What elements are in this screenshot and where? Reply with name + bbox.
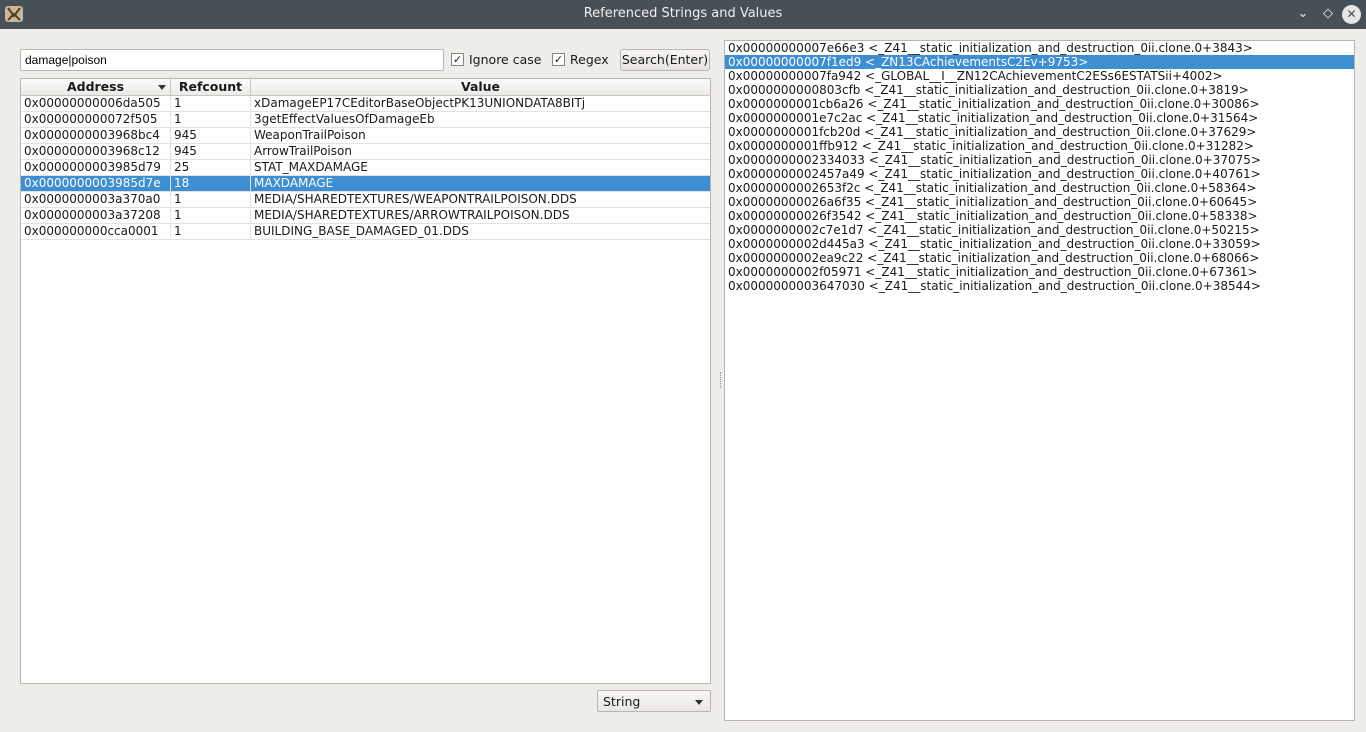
regex-label: Regex (570, 52, 609, 67)
list-item[interactable]: 0x0000000002334033 <_Z41__static_initial… (725, 153, 1354, 167)
table-row[interactable]: 0x0000000003a370a0 1 MEDIA/SHAREDTEXTURES/… (21, 192, 710, 208)
type-select-value: String (603, 694, 641, 709)
list-item[interactable]: 0x00000000007e66e3 <_Z41__static_initial… (725, 41, 1354, 55)
list-item[interactable]: 0x00000000026a6f35 <_Z41__static_initial… (725, 195, 1354, 209)
cell-address: 0x0000000003a37208 (21, 208, 171, 224)
list-item[interactable]: 0x0000000002653f2c <_Z41__static_initial… (725, 181, 1354, 195)
search-input[interactable] (20, 49, 444, 71)
column-header-refcount[interactable]: Refcount (171, 79, 251, 96)
cell-address: 0x0000000003a370a0 (21, 192, 171, 208)
cell-refcount: 1 (171, 96, 251, 112)
ignore-case-checkbox[interactable]: ✓ (451, 53, 464, 66)
list-item[interactable]: 0x00000000007fa942 <_GLOBAL__I__ZN12CAch… (725, 69, 1354, 83)
maximize-button[interactable]: ◇ (1319, 5, 1337, 23)
cell-value: STAT_MAXDAMAGE (254, 160, 368, 174)
title-bar: Referenced Strings and Values ⌄ ◇ ✕ (0, 0, 1366, 29)
list-item[interactable]: 0x0000000003647030 <_Z41__static_initial… (725, 279, 1354, 293)
cell-address: 0x0000000003985d7e (21, 176, 171, 192)
cell-address: 0x000000000cca0001 (21, 224, 171, 240)
chevron-down-icon (695, 700, 703, 705)
sort-descending-icon (158, 85, 166, 90)
list-item[interactable]: 0x00000000007f1ed9 <_ZN13CAchievementsC2… (725, 55, 1354, 69)
table-row[interactable]: 0x0000000003968bc4 945 WeaponTrailPoison (21, 128, 710, 144)
cell-refcount: 1 (171, 224, 251, 240)
table-row[interactable]: 0x0000000003a37208 1 MEDIA/SHAREDTEXTURES/… (21, 208, 710, 224)
table-row[interactable]: 0x0000000003968c12 945 ArrowTrailPoison (21, 144, 710, 160)
cell-value: xDamageEP17CEditorBaseObjectPK13UNIONDAT… (254, 96, 586, 110)
cell-value: 3getEffectValuesOfDamageEb (254, 112, 435, 126)
strings-table[interactable]: Address Refcount Value 0x00000000006da50… (20, 78, 711, 684)
window-title: Referenced Strings and Values (583, 6, 783, 21)
cell-value: MAXDAMAGE (254, 176, 334, 190)
cell-refcount: 945 (171, 144, 251, 160)
list-item[interactable]: 0x0000000001e7c2ac <_Z41__static_initial… (725, 111, 1354, 125)
references-list[interactable]: 0x00000000007e66e3 <_Z41__static_initial… (724, 40, 1355, 721)
table-row[interactable]: 0x00000000006da505 1 xDamageEP17CEditorBas… (21, 96, 710, 112)
cell-address: 0x0000000003968c12 (21, 144, 171, 160)
list-item[interactable]: 0x00000000026f3542 <_Z41__static_initial… (725, 209, 1354, 223)
minimize-button[interactable]: ⌄ (1294, 5, 1312, 23)
close-button[interactable]: ✕ (1342, 5, 1361, 24)
cell-value: WeaponTrailPoison (254, 128, 366, 142)
cell-value: BUILDING_BASE_DAMAGED_01.DDS (254, 224, 469, 238)
cell-value: MEDIA/SHAREDTEXTURES/WEAPONTRAILPOISON.D… (254, 192, 577, 206)
cell-refcount: 1 (171, 192, 251, 208)
type-select[interactable]: String (597, 690, 711, 712)
splitter-handle[interactable] (720, 372, 723, 388)
cell-refcount: 945 (171, 128, 251, 144)
table-body: 0x00000000006da505 1 xDamageEP17CEditorBas… (21, 96, 710, 240)
list-item[interactable]: 0x0000000000803cfb <_Z41__static_initial… (725, 83, 1354, 97)
list-item[interactable]: 0x0000000002c7e1d7 <_Z41__static_initial… (725, 223, 1354, 237)
list-item[interactable]: 0x0000000001cb6a26 <_Z41__static_initial… (725, 97, 1354, 111)
table-row[interactable]: 0x000000000cca0001 1 BUILDING_BASE_DAMAGED… (21, 224, 710, 240)
ignore-case-label: Ignore case (469, 52, 542, 67)
cell-refcount: 1 (171, 112, 251, 128)
cell-address: 0x000000000072f505 (21, 112, 171, 128)
list-item[interactable]: 0x0000000002f05971 <_Z41__static_initial… (725, 265, 1354, 279)
column-header-address[interactable]: Address (21, 79, 171, 96)
cell-address: 0x00000000006da505 (21, 96, 171, 112)
cell-refcount: 25 (171, 160, 251, 176)
list-item[interactable]: 0x0000000002ea9c22 <_Z41__static_initial… (725, 251, 1354, 265)
regex-checkbox[interactable]: ✓ (552, 53, 565, 66)
search-button[interactable]: Search(Enter) (620, 49, 710, 71)
table-row[interactable]: 0x000000000072f505 1 3getEffectValuesOfDam… (21, 112, 710, 128)
column-header-value[interactable]: Value (251, 79, 710, 96)
cell-refcount: 18 (171, 176, 251, 192)
cell-address: 0x0000000003985d79 (21, 160, 171, 176)
cell-refcount: 1 (171, 208, 251, 224)
table-header: Address Refcount Value (21, 79, 710, 96)
cell-address: 0x0000000003968bc4 (21, 128, 171, 144)
list-item[interactable]: 0x0000000002457a49 <_Z41__static_initial… (725, 167, 1354, 181)
cell-value: MEDIA/SHAREDTEXTURES/ARROWTRAILPOISON.DD… (254, 208, 570, 222)
list-item[interactable]: 0x0000000002d445a3 <_Z41__static_initial… (725, 237, 1354, 251)
list-item[interactable]: 0x0000000001fcb20d <_Z41__static_initial… (725, 125, 1354, 139)
table-row[interactable]: 0x0000000003985d79 25 STAT_MAXDAMAGE (21, 160, 710, 176)
list-item[interactable]: 0x0000000001ffb912 <_Z41__static_initial… (725, 139, 1354, 153)
cell-value: ArrowTrailPoison (254, 144, 352, 158)
table-row[interactable]: 0x0000000003985d7e 18 MAXDAMAGE (21, 176, 710, 192)
